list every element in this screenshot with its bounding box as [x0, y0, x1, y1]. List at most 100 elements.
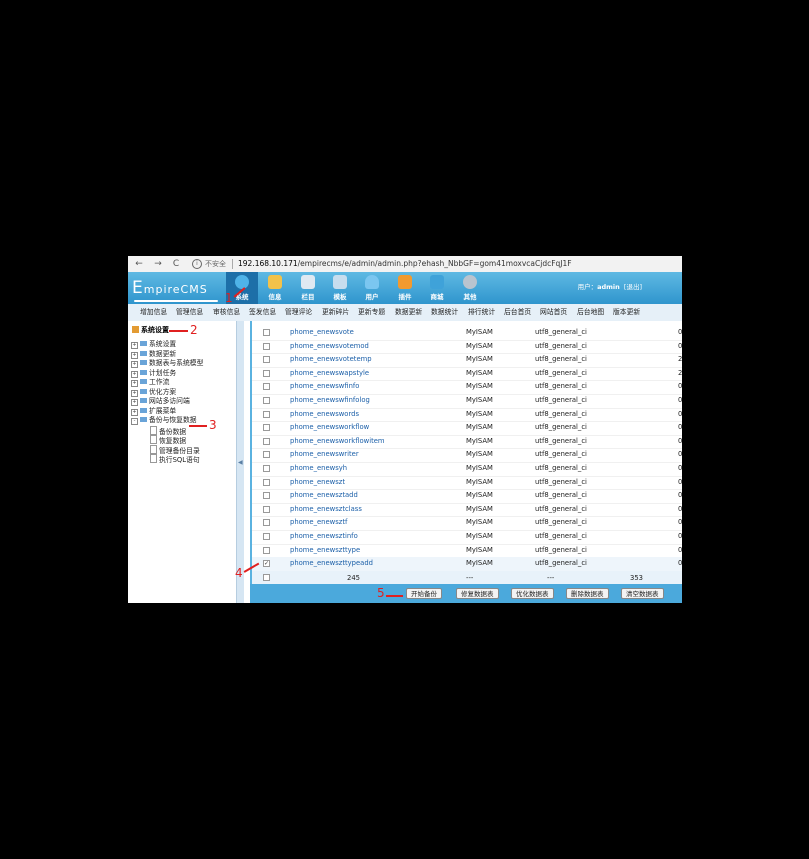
submenu-item[interactable]: 数据更新	[395, 308, 422, 317]
collation-cell: utf8_general_ci	[535, 491, 587, 500]
tree-node-label: 数据更新	[149, 349, 177, 358]
url-host: 192.168.10.171	[238, 259, 298, 268]
module-info[interactable]: 信息	[259, 272, 291, 304]
count-cell: 0	[678, 532, 682, 540]
expand-icon[interactable]: +	[131, 408, 138, 416]
back-icon[interactable]: ←	[133, 258, 145, 270]
submenu-item[interactable]: 更新碎片	[322, 308, 349, 317]
info-icon[interactable]: i	[192, 259, 202, 269]
row-checkbox[interactable]	[263, 533, 270, 540]
expand-icon[interactable]: +	[131, 361, 138, 368]
row-checkbox[interactable]	[263, 437, 270, 445]
collapse-arrow-icon[interactable]: ◀	[238, 459, 243, 466]
row-checkbox[interactable]	[263, 505, 270, 513]
row-checkbox-checked[interactable]: ✓	[263, 560, 270, 568]
table-name-link[interactable]: phome_enewsyh	[290, 464, 347, 473]
expand-icon[interactable]: +	[131, 351, 138, 359]
submenu-item[interactable]: 网站首页	[540, 308, 567, 317]
table-name-link[interactable]: phome_enewswords	[290, 410, 359, 419]
submenu-item[interactable]: 后台地图	[577, 308, 604, 317]
row-checkbox[interactable]	[263, 424, 270, 432]
module-column[interactable]: 栏目	[292, 272, 324, 304]
table-name-link[interactable]: phome_enewsvotemod	[290, 342, 369, 351]
expand-icon[interactable]: +	[131, 399, 138, 406]
submenu-item[interactable]: 后台首页	[504, 308, 531, 317]
submenu-item[interactable]: 审核信息	[213, 308, 240, 317]
row-checkbox[interactable]	[263, 546, 270, 554]
module-user[interactable]: 用户	[356, 272, 388, 304]
row-checkbox[interactable]	[263, 410, 270, 418]
submenu-item[interactable]: 更新专题	[358, 308, 385, 317]
tree-node[interactable]: + 系统设置	[131, 340, 176, 349]
table-name-link[interactable]: phome_enewsworkflow	[290, 423, 369, 432]
empty-table-button[interactable]: 清空数据表	[621, 588, 664, 599]
tree-node[interactable]: + 数据更新	[131, 350, 176, 359]
row-checkbox[interactable]	[263, 478, 270, 486]
row-checkbox[interactable]	[263, 329, 270, 336]
expand-icon[interactable]: +	[131, 370, 138, 378]
table-name-link[interactable]: phome_enewswfinfolog	[290, 396, 370, 405]
tree-title[interactable]: 系统设置	[132, 326, 169, 335]
module-plugin[interactable]: 插件	[389, 272, 421, 304]
row-checkbox[interactable]	[263, 465, 270, 472]
table-name-link[interactable]: phome_enewsztadd	[290, 491, 358, 500]
tree-node[interactable]: + 扩展菜单	[131, 407, 176, 416]
submenu-item[interactable]: 数据统计	[431, 308, 458, 317]
tree-node[interactable]: + 工作流	[131, 378, 169, 387]
tree-leaf-sql[interactable]: 执行SQL语句	[150, 454, 200, 465]
engine-cell: MyISAM	[466, 396, 493, 404]
submenu-item[interactable]: 版本更新	[613, 308, 640, 317]
row-checkbox[interactable]	[263, 356, 270, 364]
reload-icon[interactable]: C	[170, 258, 182, 270]
tree-node[interactable]: + 优化方案	[131, 388, 176, 397]
tree-node-label: 计划任务	[149, 368, 177, 377]
tree-node[interactable]: + 计划任务	[131, 369, 176, 378]
optimize-table-button[interactable]: 优化数据表	[511, 588, 554, 599]
table-name-link[interactable]: phome_enewszt	[290, 478, 345, 487]
repair-table-button[interactable]: 修复数据表	[456, 588, 499, 599]
table-name-link[interactable]: phome_enewswfinfo	[290, 382, 359, 391]
expand-icon[interactable]: +	[131, 389, 138, 397]
tree-node[interactable]: - 备份与恢复数据	[131, 416, 197, 425]
submenu-item[interactable]: 管理信息	[176, 308, 203, 317]
delete-table-button[interactable]: 删除数据表	[566, 588, 609, 599]
table-name-link[interactable]: phome_enewswriter	[290, 450, 359, 459]
tree-node[interactable]: + 网站多访问端	[131, 397, 190, 406]
row-checkbox[interactable]	[263, 369, 270, 377]
tree-node[interactable]: + 数据表与系统模型	[131, 359, 203, 368]
collapse-icon[interactable]: -	[131, 418, 138, 425]
start-backup-button[interactable]: 开始备份	[406, 588, 442, 599]
row-checkbox[interactable]	[263, 451, 270, 459]
submenu-item[interactable]: 增加信息	[140, 308, 167, 317]
module-other[interactable]: 其他	[454, 272, 486, 304]
expand-icon[interactable]: +	[131, 380, 138, 387]
row-checkbox[interactable]	[263, 519, 270, 527]
row-checkbox[interactable]	[263, 397, 270, 404]
shop-icon	[430, 275, 444, 289]
row-checkbox[interactable]	[263, 342, 270, 350]
row-checkbox[interactable]	[263, 383, 270, 391]
table-name-link[interactable]: phome_enewswapstyle	[290, 369, 369, 378]
table-name-link[interactable]: phome_enewsztclass	[290, 505, 362, 514]
expand-icon[interactable]: +	[131, 342, 138, 349]
table-name-link[interactable]: phome_enewszttype	[290, 546, 360, 555]
url-field[interactable]: 192.168.10.171/empirecms/e/admin/admin.p…	[238, 259, 572, 269]
table-name-link[interactable]: phome_enewszttypeadd	[290, 559, 373, 568]
select-all-checkbox[interactable]	[263, 573, 270, 581]
row-checkbox[interactable]	[263, 492, 270, 500]
table-name-link[interactable]: phome_enewsvote	[290, 328, 354, 337]
table-name-link[interactable]: phome_enewsvotetemp	[290, 355, 372, 364]
table-name-link[interactable]: phome_enewsztinfo	[290, 532, 358, 541]
forward-icon[interactable]: →	[152, 258, 164, 270]
submenu-item[interactable]: 签发信息	[249, 308, 276, 317]
logout-link[interactable]: [退出]	[624, 283, 642, 291]
module-label: 用户	[365, 293, 379, 301]
table-row: phome_enewsvote MyISAM utf8_general_ci 0	[252, 326, 682, 341]
module-template[interactable]: 模板	[324, 272, 356, 304]
engine-cell: MyISAM	[466, 464, 493, 472]
submenu-item[interactable]: 排行统计	[468, 308, 495, 317]
module-shop[interactable]: 商城	[421, 272, 453, 304]
submenu-item[interactable]: 管理评论	[285, 308, 312, 317]
table-name-link[interactable]: phome_enewsworkflowitem	[290, 437, 385, 446]
table-name-link[interactable]: phome_enewsztf	[290, 518, 347, 527]
